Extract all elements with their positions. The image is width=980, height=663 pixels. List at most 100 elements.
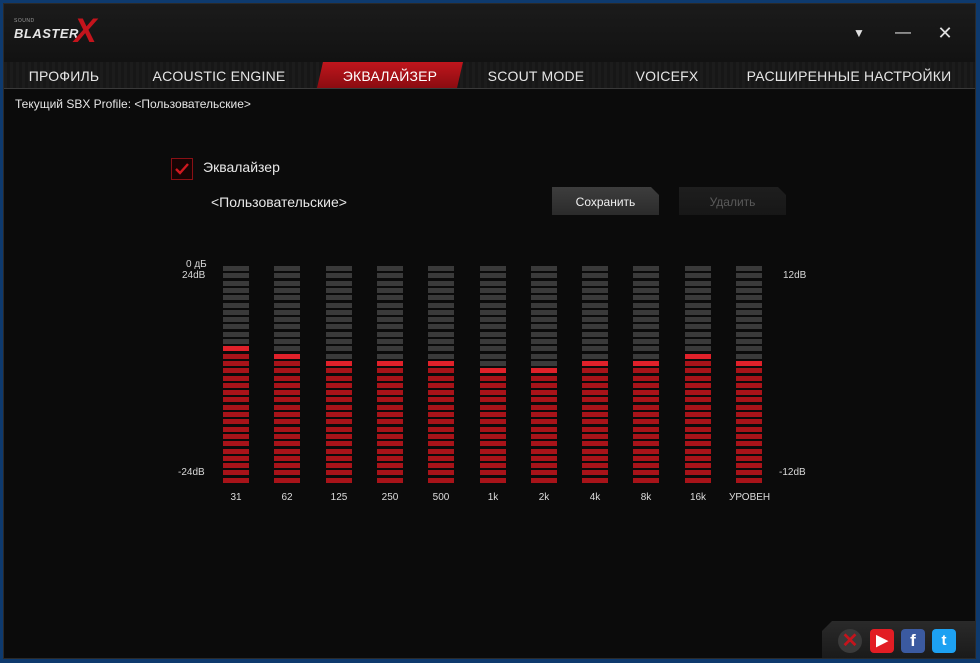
eq-band-250[interactable] (377, 266, 403, 486)
eq-segment (274, 324, 300, 329)
eq-segment (480, 427, 506, 432)
eq-segment (428, 317, 454, 322)
tab-profile[interactable]: ПРОФИЛЬ (4, 62, 124, 88)
save-button[interactable]: Сохранить (552, 187, 659, 215)
eq-segment (480, 405, 506, 410)
eq-segment (480, 303, 506, 308)
eq-segment (428, 405, 454, 410)
eq-segment (531, 456, 557, 461)
eq-segment (274, 266, 300, 271)
eq-segment (326, 463, 352, 468)
equalizer-checkbox[interactable] (171, 158, 193, 180)
eq-segment (582, 324, 608, 329)
close-circle-icon[interactable]: ✕ (838, 629, 862, 653)
eq-segment (274, 463, 300, 468)
eq-segment (582, 463, 608, 468)
eq-segment (633, 383, 659, 388)
eq-segment (223, 397, 249, 402)
twitter-icon[interactable]: t (932, 629, 956, 653)
logo-small-text: SOUND (14, 18, 35, 24)
eq-segment (582, 478, 608, 483)
close-icon[interactable]: ✕ (934, 22, 956, 44)
eq-segment (736, 427, 762, 432)
eq-band-500[interactable] (428, 266, 454, 486)
eq-band-4k[interactable] (582, 266, 608, 486)
eq-segment (633, 427, 659, 432)
eq-band-62[interactable] (274, 266, 300, 486)
eq-band-2k[interactable] (531, 266, 557, 486)
tab-scout-mode[interactable]: SCOUT MODE (474, 62, 598, 88)
eq-segment (326, 405, 352, 410)
eq-segment (274, 419, 300, 424)
eq-segment (326, 317, 352, 322)
eq-segment (377, 324, 403, 329)
eq-band-16k[interactable] (685, 266, 711, 486)
eq-segment (223, 332, 249, 337)
eq-segment (223, 463, 249, 468)
minimize-icon[interactable]: — (892, 22, 914, 44)
eq-segment (531, 339, 557, 344)
current-profile-text: Текущий SBX Profile: <Пользовательские> (15, 97, 251, 111)
eq-segment (685, 288, 711, 293)
eq-segment (685, 346, 711, 351)
eq-segment (326, 449, 352, 454)
eq-segment (480, 317, 506, 322)
eq-segment (633, 310, 659, 315)
tab-equalizer[interactable]: ЭКВАЛАЙЗЕР (317, 62, 463, 88)
eq-segment (633, 470, 659, 475)
tab-advanced-settings[interactable]: РАСШИРЕННЫЕ НАСТРОЙКИ (734, 62, 964, 88)
eq-segment (377, 346, 403, 351)
eq-segment (736, 317, 762, 322)
eq-segment (326, 303, 352, 308)
eq-segment (736, 376, 762, 381)
eq-segment (428, 383, 454, 388)
eq-segment (531, 449, 557, 454)
eq-band-1k[interactable] (480, 266, 506, 486)
eq-segment (377, 441, 403, 446)
eq-segment (531, 361, 557, 366)
eq-segment (736, 419, 762, 424)
eq-band-125[interactable] (326, 266, 352, 486)
youtube-icon[interactable]: ▶ (870, 629, 894, 653)
eq-segment (685, 376, 711, 381)
eq-segment (428, 339, 454, 344)
eq-segment (633, 339, 659, 344)
eq-segment (633, 449, 659, 454)
preset-name: <Пользовательские> (211, 194, 347, 210)
eq-segment (377, 339, 403, 344)
eq-segment (685, 281, 711, 286)
eq-segment (480, 295, 506, 300)
dropdown-menu-icon[interactable]: ▼ (848, 22, 870, 44)
eq-segment (326, 383, 352, 388)
eq-segment (377, 390, 403, 395)
eq-segment (223, 288, 249, 293)
tab-acoustic-engine[interactable]: ACOUSTIC ENGINE (124, 62, 314, 88)
eq-segment (274, 303, 300, 308)
eq-segment (685, 317, 711, 322)
eq-segment (377, 419, 403, 424)
checkmark-icon (175, 163, 189, 175)
eq-segment (274, 397, 300, 402)
tab-voicefx[interactable]: VOICEFX (609, 62, 725, 88)
eq-band-УРОВЕН[interactable] (736, 266, 762, 486)
facebook-icon[interactable]: f (901, 629, 925, 653)
eq-segment (736, 470, 762, 475)
eq-band-8k[interactable] (633, 266, 659, 486)
eq-segment (274, 332, 300, 337)
eq-segment (377, 463, 403, 468)
eq-segment (326, 441, 352, 446)
eq-segment (326, 456, 352, 461)
eq-segment (582, 449, 608, 454)
delete-button[interactable]: Удалить (679, 187, 786, 215)
eq-segment (377, 456, 403, 461)
eq-segment (582, 303, 608, 308)
eq-segment (480, 346, 506, 351)
eq-segment (428, 361, 454, 366)
eq-segment (736, 281, 762, 286)
eq-segment (326, 478, 352, 483)
eq-segment (274, 470, 300, 475)
eq-segment (428, 354, 454, 359)
eq-band-31[interactable] (223, 266, 249, 486)
eq-segment (633, 376, 659, 381)
eq-segment (377, 434, 403, 439)
